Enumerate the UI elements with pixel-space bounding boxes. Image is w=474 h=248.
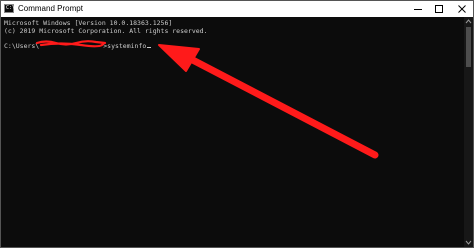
close-button[interactable] xyxy=(452,1,472,17)
command-line[interactable]: C:\Users\ >systeminfo xyxy=(4,42,152,51)
minimize-icon xyxy=(414,9,422,10)
close-icon xyxy=(458,5,466,13)
scroll-up-icon xyxy=(465,19,472,24)
prompt-prefix: C:\Users\ xyxy=(4,42,40,50)
scroll-down-button[interactable] xyxy=(464,238,473,247)
scrollbar-thumb[interactable] xyxy=(466,27,471,67)
maximize-icon xyxy=(435,5,443,13)
console-line-copyright: (c) 2019 Microsoft Corporation. All righ… xyxy=(4,27,208,35)
console-icon: C:\ xyxy=(4,4,16,13)
maximize-button[interactable] xyxy=(429,1,449,17)
scroll-down-icon xyxy=(465,240,472,245)
title-bar[interactable]: C:\ Command Prompt xyxy=(1,1,473,17)
minimize-button[interactable] xyxy=(408,1,428,17)
scroll-up-button[interactable] xyxy=(464,17,473,26)
window-title: Command Prompt xyxy=(18,4,83,13)
vertical-scrollbar[interactable] xyxy=(464,17,473,247)
command-prompt-window: C:\ Command Prompt Microsoft Windows [Ve… xyxy=(0,0,474,248)
typed-command: systeminfo xyxy=(107,42,147,50)
text-cursor xyxy=(147,47,152,48)
console-output-area[interactable]: Microsoft Windows [Version 10.0.18363.12… xyxy=(1,17,464,247)
